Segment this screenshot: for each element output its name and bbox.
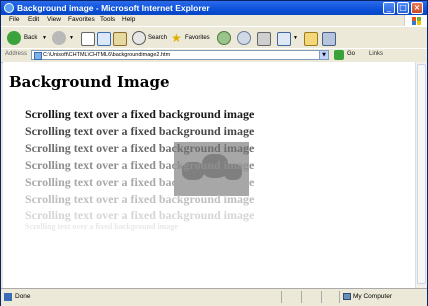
scroll-text-line: Scrolling text over a fixed background i… [25,208,255,222]
favorites-button[interactable]: Favorites [185,31,210,45]
menu-help[interactable]: Help [122,16,135,23]
search-button[interactable]: Search [148,31,167,45]
maximize-button[interactable]: □ [397,2,409,14]
toolbar: Back ▼ ▼ Search ★ Favorites ▼ [1,26,427,49]
scroll-text-line: Scrolling text over a fixed background i… [25,141,255,155]
links-button[interactable]: Links [369,51,383,57]
menu-tools[interactable]: Tools [100,16,115,23]
computer-icon [343,293,351,300]
scrollbar-thumb[interactable] [417,64,426,284]
address-label: Address [5,51,28,57]
back-button[interactable]: Back [24,31,37,45]
status-text: Done [15,293,31,300]
address-input[interactable]: C:\Unisoft\CHTML\CHTML6\backgroundimage2… [31,50,329,60]
page-icon [34,52,42,60]
back-dropdown-icon[interactable]: ▼ [42,31,47,45]
status-bar: Done My Computer [1,288,427,306]
windows-logo-icon [404,15,427,26]
address-url[interactable]: C:\Unisoft\CHTML\CHTML6\backgroundimage2… [43,51,170,59]
messenger-icon[interactable] [322,32,336,46]
menu-view[interactable]: View [47,16,61,23]
title-bar[interactable]: Background image - Microsoft Internet Ex… [1,1,427,15]
close-button[interactable]: × [411,2,423,14]
print-icon[interactable] [257,32,271,46]
menu-edit[interactable]: Edit [28,16,39,23]
favorites-star-icon[interactable]: ★ [171,31,182,45]
vertical-scrollbar[interactable] [415,62,427,288]
security-zone: My Computer [353,293,393,300]
home-icon[interactable] [113,32,127,46]
menu-favorites[interactable]: Favorites [68,16,95,23]
browser-window: Background image - Microsoft Internet Ex… [0,0,428,306]
folder-icon[interactable] [304,32,318,46]
scroll-text-line: Scrolling text over a fixed background i… [25,124,255,138]
refresh-icon[interactable] [97,32,111,46]
history-icon[interactable] [237,31,251,45]
address-dropdown-icon[interactable]: ▼ [319,51,328,59]
scroll-text-line: Scrolling text over a fixed background i… [25,175,255,189]
page-heading: Background Image [9,73,170,91]
scroll-text-line: Scrolling text over a fixed background i… [25,158,255,172]
page-done-icon [4,293,12,301]
go-button[interactable]: Go [347,51,355,57]
media-icon[interactable] [217,31,231,45]
internet-explorer-icon [4,3,14,13]
scroll-text-line: Scrolling text over a fixed background i… [25,192,255,206]
search-icon[interactable] [132,31,146,45]
page-content: Background Image Scrolling text over a f… [3,62,415,288]
menu-file[interactable]: File [9,16,19,23]
forward-dropdown-icon[interactable]: ▼ [69,31,74,45]
stop-icon[interactable] [81,32,95,46]
edit-icon[interactable] [277,32,291,46]
address-bar: Address C:\Unisoft\CHTML\CHTML6\backgrou… [1,48,427,63]
minimize-button[interactable]: _ [383,2,395,14]
scroll-text-line: Scrolling text over a fixed background i… [25,107,255,121]
scroll-text-line: Scrolling text over a fixed background i… [25,222,178,231]
menu-bar: File Edit View Favorites Tools Help [1,15,427,26]
edit-dropdown-icon[interactable]: ▼ [293,31,298,45]
forward-arrow-icon[interactable] [52,31,66,45]
go-arrow-icon[interactable] [334,50,344,60]
back-arrow-icon[interactable] [7,31,21,45]
window-title: Background image - Microsoft Internet Ex… [17,3,210,13]
